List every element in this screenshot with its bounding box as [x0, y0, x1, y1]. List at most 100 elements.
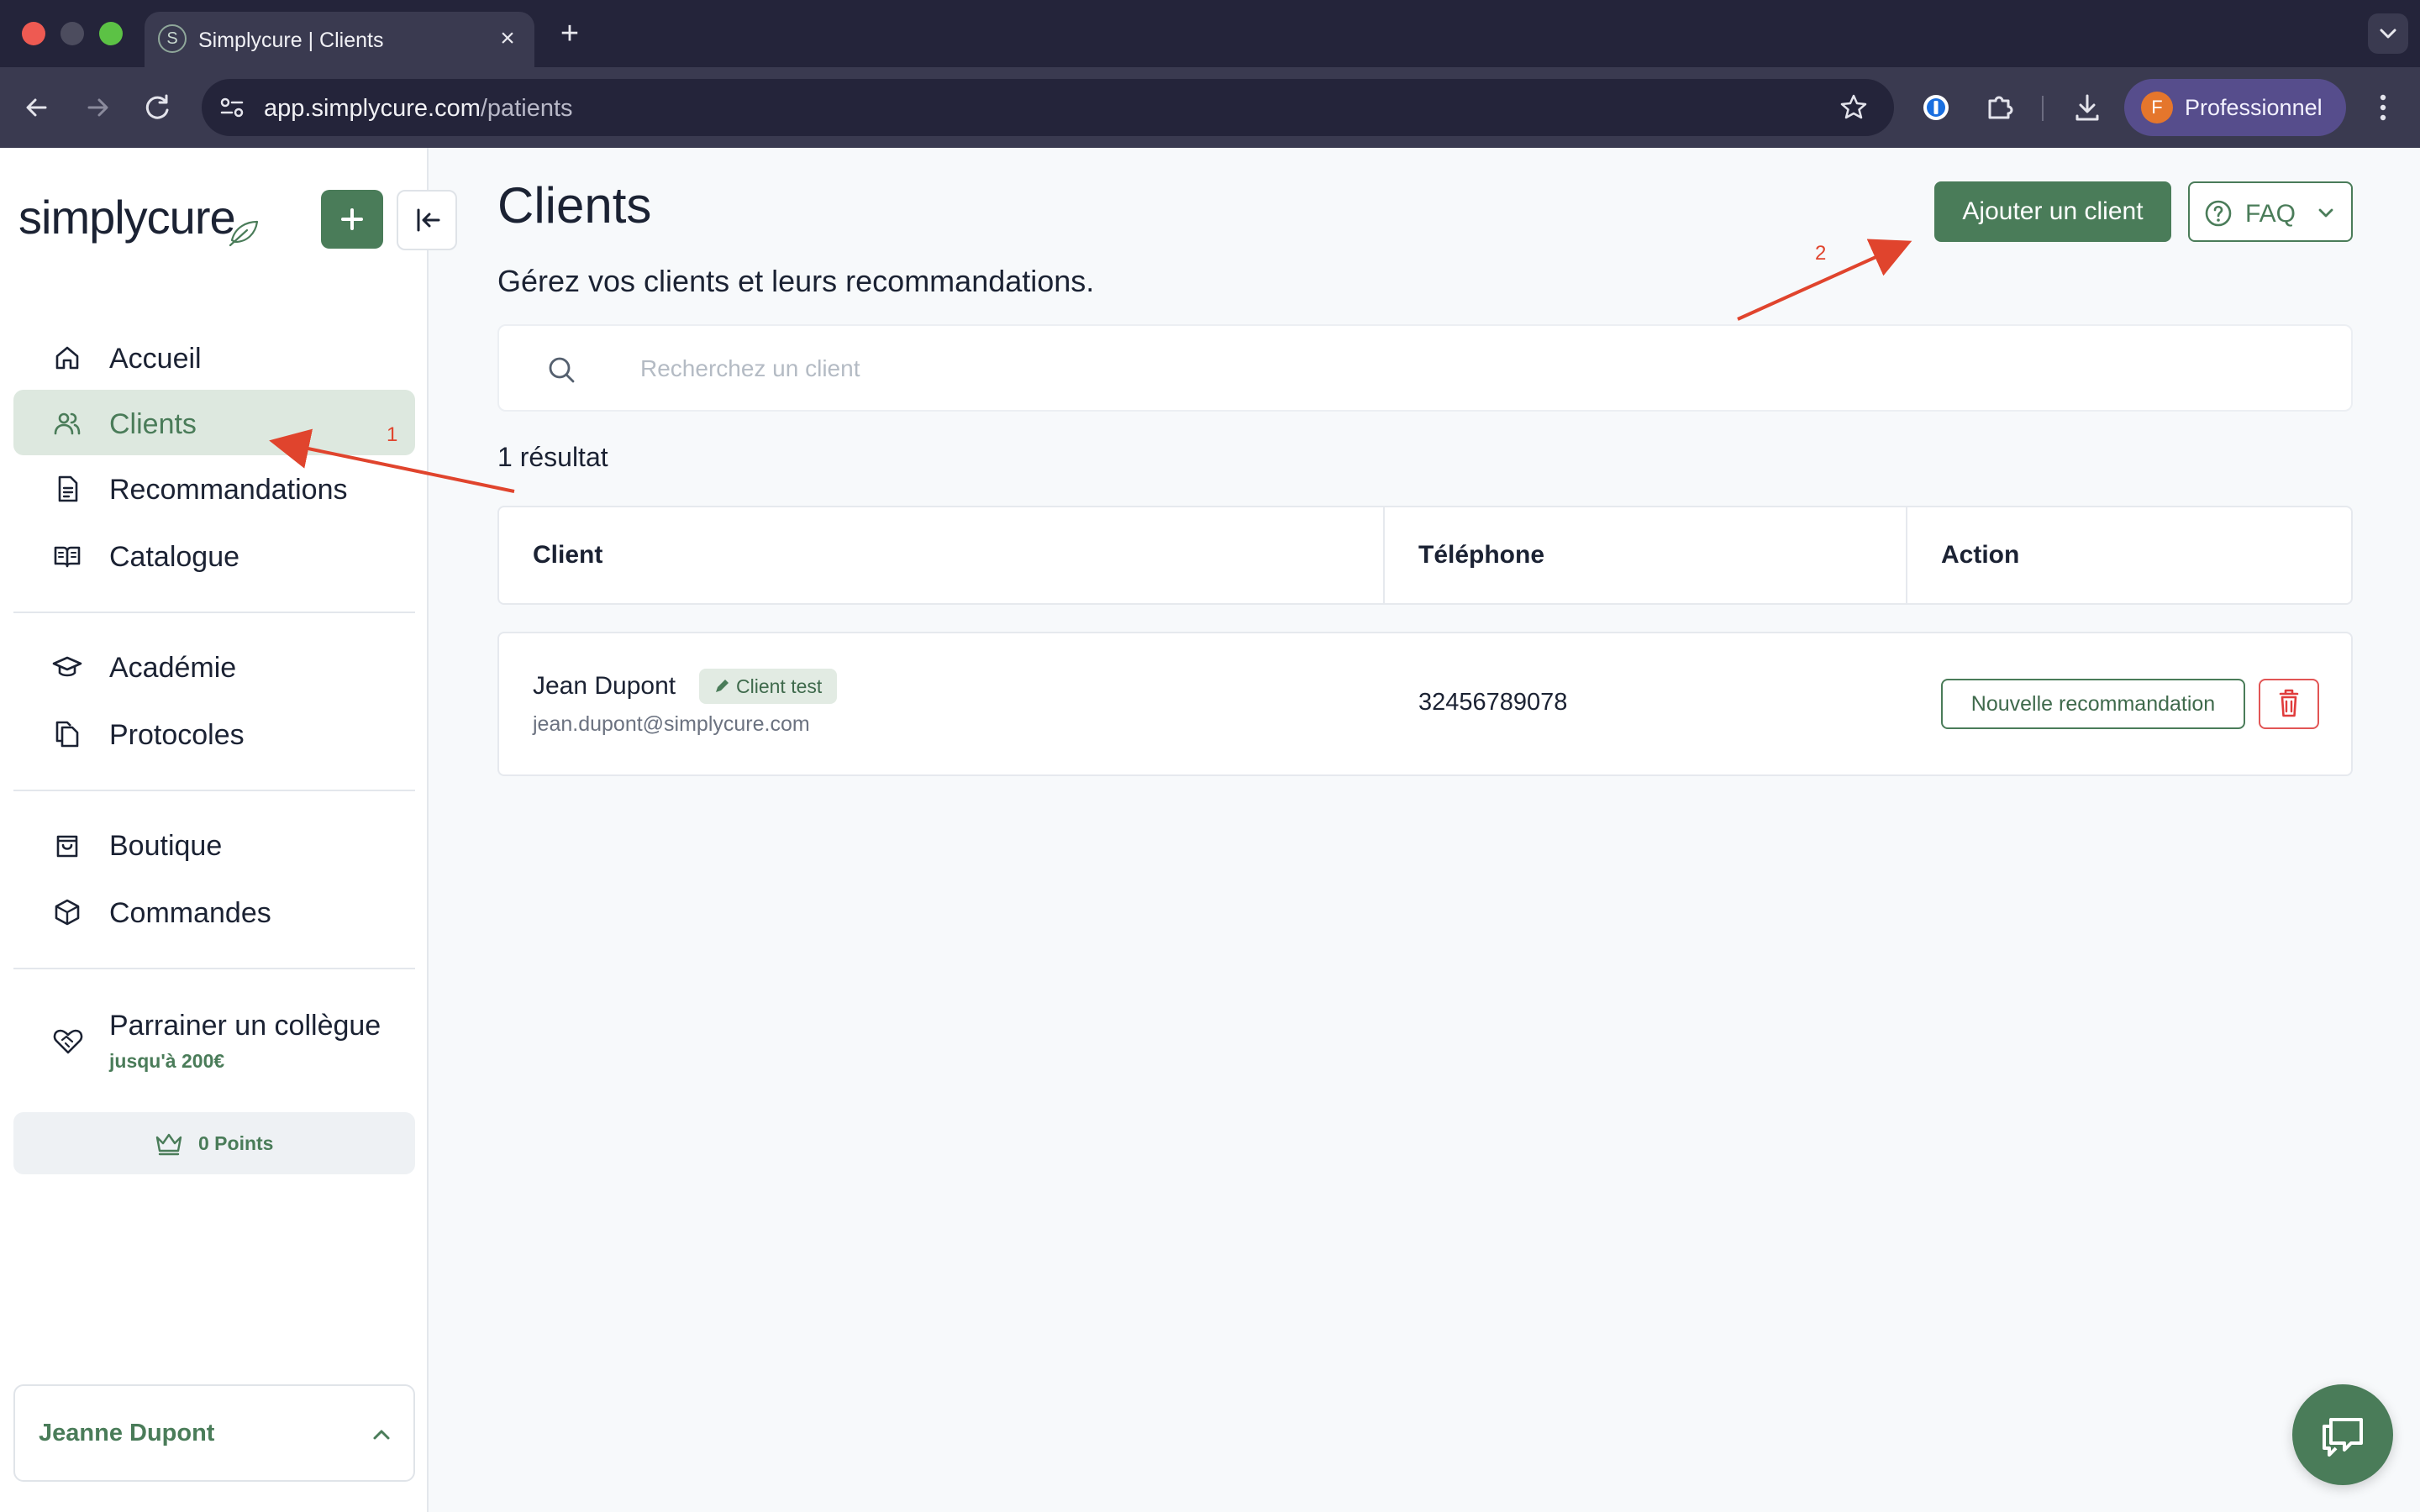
collapse-sidebar-button[interactable] [397, 190, 457, 250]
sidebar-item-protocoles[interactable]: Protocoles [13, 701, 415, 766]
delete-client-button[interactable] [2259, 679, 2319, 729]
page-subtitle: Gérez vos clients et leurs recommandatio… [497, 264, 1095, 298]
sidebar-item-commandes[interactable]: Commandes [13, 879, 415, 944]
faq-dropdown-button[interactable]: FAQ [2188, 181, 2353, 242]
new-tab-button[interactable]: + [551, 15, 588, 52]
chat-bubbles-icon [2323, 1418, 2363, 1457]
profile-button[interactable]: F Professionnel [2124, 79, 2346, 136]
client-search-bar[interactable] [497, 324, 2353, 412]
favicon-icon: S [158, 24, 187, 53]
profile-name: Professionnel [2185, 95, 2323, 120]
address-bar[interactable]: app.simplycure.com/patients [202, 79, 1894, 136]
user-name: Jeanne Dupont [39, 1420, 215, 1446]
new-recommendation-button[interactable]: Nouvelle recommandation [1941, 679, 2245, 729]
sidebar-item-clients[interactable]: Clients [13, 390, 415, 455]
sidebar-item-label: Académie [109, 652, 237, 684]
points-badge[interactable]: 0 Points [13, 1112, 415, 1174]
column-header-telephone[interactable]: Téléphone [1418, 541, 1544, 570]
sidebar-divider [13, 968, 415, 969]
toolbar-divider [2042, 87, 2045, 128]
reload-icon [145, 94, 169, 119]
column-header-client[interactable]: Client [533, 541, 602, 570]
column-separator [1906, 507, 1907, 603]
sidebar-item-label: Accueil [109, 343, 202, 375]
points-label: 0 Points [198, 1132, 274, 1154]
sidebar-item-accueil[interactable]: Accueil [13, 324, 415, 390]
plus-icon [341, 208, 363, 230]
back-button[interactable] [17, 87, 57, 128]
pencil-icon [716, 680, 729, 692]
sidebar-item-recommandations[interactable]: Recommandations [13, 455, 415, 521]
window-maximize-button[interactable] [99, 22, 123, 45]
sidebar: simplycure Accueil Clients Recommandatio… [0, 148, 457, 1512]
sidebar-divider [13, 790, 415, 791]
tab-title: Simplycure | Clients [198, 29, 384, 52]
sidebar-item-label: Protocoles [109, 719, 245, 751]
sidebar-item-label: Catalogue [109, 541, 240, 573]
leaf-icon [229, 220, 259, 247]
copy-icon [55, 721, 79, 748]
url-text: app.simplycure.com/patients [264, 95, 573, 122]
sidebar-item-label: Recommandations [109, 474, 348, 506]
downloads-icon[interactable] [2067, 87, 2107, 128]
package-icon [55, 899, 80, 926]
chevron-down-icon [2318, 208, 2333, 218]
browser-toolbar: app.simplycure.com/patients F Profession… [0, 67, 2420, 148]
sidebar-item-parrainer[interactable]: Parrainer un collègue jusqu'à 200€ [13, 998, 415, 1090]
user-menu[interactable]: Jeanne Dupont [13, 1384, 415, 1482]
password-manager-extension-icon[interactable] [1916, 87, 1956, 128]
sidebar-item-academie[interactable]: Académie [13, 633, 415, 699]
page-title: Clients [497, 177, 652, 234]
search-input[interactable] [640, 349, 2237, 388]
simplycure-logo[interactable]: simplycure [18, 190, 236, 244]
arrow-left-icon [26, 98, 47, 117]
home-icon [55, 346, 79, 370]
collapse-left-icon [417, 208, 440, 232]
support-chat-button[interactable] [2292, 1384, 2393, 1485]
chevron-down-icon [2380, 29, 2396, 39]
browser-tab-active[interactable]: S Simplycure | Clients × [145, 12, 534, 67]
add-client-button[interactable]: Ajouter un client [1934, 181, 2171, 242]
sidebar-item-catalogue[interactable]: Catalogue [13, 522, 415, 588]
shopping-bag-icon [56, 835, 78, 858]
sidebar-item-label: Boutique [109, 830, 223, 862]
extensions-puzzle-icon[interactable] [1980, 87, 2020, 128]
chevron-up-icon [373, 1430, 390, 1440]
window-close-button[interactable] [22, 22, 45, 45]
table-row[interactable]: Jean Dupont Client test jean.dupont@simp… [497, 632, 2353, 776]
browser-tab-strip: S Simplycure | Clients × + [0, 0, 2420, 67]
reload-button[interactable] [138, 87, 178, 128]
annotation-number: 2 [1815, 242, 1827, 265]
profile-avatar: F [2141, 92, 2173, 123]
site-info-icon[interactable] [215, 91, 249, 124]
sidebar-item-label: Clients [109, 408, 197, 440]
bookmark-star-icon[interactable] [1837, 91, 1870, 124]
client-email: jean.dupont@simplycure.com [533, 712, 810, 736]
sidebar-item-boutique[interactable]: Boutique [13, 811, 415, 877]
users-icon [54, 412, 81, 435]
book-icon [54, 546, 81, 568]
referral-subtext: jusqu'à 200€ [109, 1050, 225, 1072]
quick-add-button[interactable] [321, 190, 383, 249]
window-minimize-button[interactable] [60, 22, 84, 45]
arrow-right-icon [87, 98, 108, 117]
forward-button[interactable] [77, 87, 118, 128]
client-phone: 32456789078 [1418, 689, 1568, 716]
browser-menu-icon[interactable] [2366, 87, 2400, 128]
column-separator [1383, 507, 1385, 603]
sidebar-item-label: Commandes [109, 897, 271, 929]
result-count: 1 résultat [497, 442, 608, 472]
referral-label: Parrainer un collègue [109, 1010, 381, 1042]
table-header: Client Téléphone Action [497, 506, 2353, 605]
tab-close-icon[interactable]: × [492, 24, 523, 54]
trash-icon [2279, 689, 2299, 717]
graduation-cap-icon [52, 656, 82, 677]
column-header-action: Action [1941, 541, 2020, 569]
search-icon [549, 357, 575, 383]
sidebar-divider [13, 612, 415, 613]
tab-search-button[interactable] [2368, 13, 2408, 54]
help-circle-icon [2205, 200, 2232, 227]
client-name[interactable]: Jean Dupont [533, 672, 676, 701]
faq-label: FAQ [2245, 200, 2296, 228]
handshake-heart-icon [53, 1029, 83, 1054]
